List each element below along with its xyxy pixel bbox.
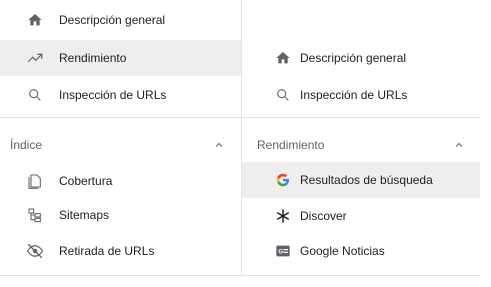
nav-item-resultados-busqueda[interactable]: Resultados de búsqueda [242, 162, 480, 198]
nav-item-descripcion-general[interactable]: Descripción general [0, 2, 241, 38]
divider [242, 117, 480, 118]
nav-item-inspeccion-urls[interactable]: Inspección de URLs [242, 77, 480, 113]
coverage-icon [26, 172, 44, 190]
divider [242, 275, 480, 276]
section-label: Índice [10, 138, 43, 152]
nav-item-rendimiento[interactable]: Rendimiento [0, 40, 241, 76]
nav-item-label: Descripción general [59, 13, 166, 27]
chevron-up-icon [452, 138, 466, 152]
nav-item-cobertura[interactable]: Cobertura [0, 163, 241, 199]
home-icon [26, 11, 44, 29]
section-header-rendimiento[interactable]: Rendimiento [242, 127, 480, 163]
nav-item-retirada-urls[interactable]: Retirada de URLs [0, 233, 241, 269]
home-icon [274, 49, 292, 67]
trending-up-icon [26, 49, 44, 67]
section-label: Rendimiento [257, 138, 325, 152]
divider [0, 117, 241, 118]
nav-item-descripcion-general[interactable]: Descripción general [242, 40, 480, 76]
nav-item-inspeccion-urls[interactable]: Inspección de URLs [0, 77, 241, 113]
nav-item-label: Inspección de URLs [59, 88, 167, 102]
search-icon [274, 86, 292, 104]
right-nav-panel: Descripción general Inspección de URLs R… [242, 40, 480, 276]
nav-item-label: Sitemaps [59, 208, 110, 222]
visibility-off-icon [26, 242, 44, 260]
nav-item-label: Discover [300, 209, 347, 223]
nav-item-label: Google Noticias [300, 244, 385, 258]
nav-item-label: Retirada de URLs [59, 244, 155, 258]
nav-item-google-noticias[interactable]: G Google Noticias [242, 233, 480, 269]
svg-text:G: G [278, 249, 283, 255]
nav-item-discover[interactable]: Discover [242, 198, 480, 234]
nav-item-label: Cobertura [59, 174, 113, 188]
google-g-icon [274, 171, 292, 189]
nav-item-sitemaps[interactable]: Sitemaps [0, 197, 241, 233]
google-news-icon: G [274, 242, 292, 260]
sitemap-icon [26, 206, 44, 224]
nav-item-label: Rendimiento [59, 51, 127, 65]
nav-item-label: Resultados de búsqueda [300, 173, 433, 187]
divider [0, 275, 241, 276]
chevron-up-icon [212, 138, 226, 152]
nav-item-label: Inspección de URLs [300, 88, 408, 102]
section-header-indice[interactable]: Índice [0, 127, 241, 163]
left-nav-panel: Descripción general Rendimiento Inspecci… [0, 0, 242, 276]
search-icon [26, 86, 44, 104]
nav-item-label: Descripción general [300, 51, 407, 65]
asterisk-icon [274, 207, 292, 225]
